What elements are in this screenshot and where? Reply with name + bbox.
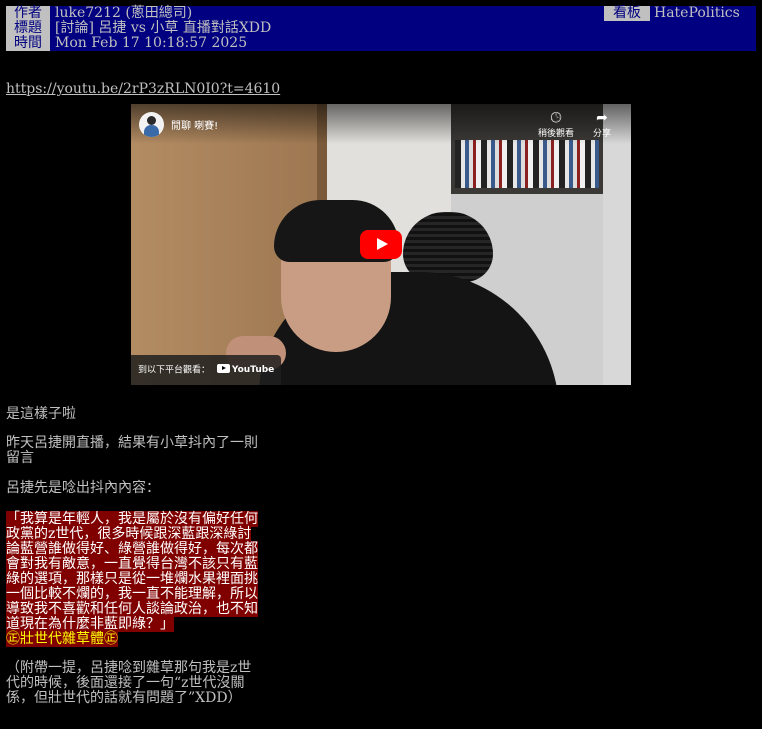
- quote-line: 綠的選項，那樣只是從一堆爛水果裡面挑: [6, 571, 258, 587]
- header-row-author: 作者 luke7212 (蔥田總司) 看板 HatePolitics: [6, 6, 756, 21]
- quote-line: 導致我不喜歡和任何人談論政治，也不知: [6, 601, 258, 617]
- share-arrow-icon: ➦: [596, 110, 608, 126]
- video-title[interactable]: 閒聊 喇賽!: [171, 117, 218, 132]
- watch-later-button[interactable]: 🕒︎ 稍後觀看: [536, 110, 576, 139]
- quote-line-7: 導致我不喜歡和任何人談論政治，也不知: [6, 601, 258, 617]
- paragraph-2-line-2: 留言: [6, 450, 34, 466]
- quote-line-2: 政黨的z世代，很多時候跟深藍跟深綠討: [6, 526, 252, 542]
- paragraph-2-line-1: 昨天呂捷開直播，結果有小草抖內了一則: [6, 435, 258, 451]
- paragraph-1: 是這樣子啦: [6, 406, 76, 422]
- paragraph-3: 呂捷先是唸出抖內內容：: [6, 480, 160, 496]
- header-row-title: 標題 [討論] 呂捷 vs 小草 直播對話XDD: [6, 21, 756, 36]
- quote-line: 論藍營誰做得好、綠營誰做得好，每次都: [6, 541, 258, 557]
- quote-line-8: 道現在為什麼非藍即綠？」: [6, 616, 174, 632]
- channel-avatar[interactable]: [139, 112, 164, 137]
- video-embed[interactable]: 閒聊 喇賽! 🕒︎ 稍後觀看 ➦ 分享 到以下平台觀看： YouTube: [131, 104, 631, 385]
- quote-line: 「我算是年輕人，我是屬於沒有偏好任何: [6, 511, 258, 527]
- watch-on-label: 到以下平台觀看：: [138, 365, 211, 376]
- play-button[interactable]: [360, 230, 402, 259]
- watch-on-youtube-bar[interactable]: 到以下平台觀看： YouTube: [131, 355, 281, 385]
- note-line-2: 代的時候，後面還接了一句“z世代沒關: [6, 675, 245, 691]
- author-value: luke7212 (蔥田總司): [55, 5, 193, 21]
- note-line-1: （附帶一提，呂捷唸到雜草那句我是z世: [6, 660, 252, 676]
- quote-line: 一個比較不爛的，我一直不能理解，所以: [6, 586, 258, 602]
- title-value: [討論] 呂捷 vs 小草 直播對話XDD: [55, 20, 272, 36]
- quote-line-3: 論藍營誰做得好、綠營誰做得好，每次都: [6, 541, 258, 557]
- time-key: 時間: [6, 36, 50, 51]
- youtube-logo-icon: YouTube: [216, 355, 275, 385]
- video-scene-cabinet-side: [603, 104, 631, 385]
- clock-icon: 🕒︎: [550, 110, 562, 126]
- header-row-time: 時間 Mon Feb 17 10:18:57 2025: [6, 36, 756, 51]
- youtube-label: YouTube: [231, 365, 275, 375]
- note-line-3: 係，但壯世代的話就有問題了”XDD）: [6, 690, 242, 706]
- video-scene-books: [455, 140, 599, 188]
- youtube-link[interactable]: https://youtu.be/2rP3zRLN0I0?t=4610: [6, 81, 280, 97]
- highlight-text: ㊣壯世代雜草體㊣: [6, 631, 118, 647]
- quote-line-5: 綠的選項，那樣只是從一堆爛水果裡面挑: [6, 571, 258, 587]
- share-label: 分享: [592, 129, 611, 139]
- quote-line-4: 會對我有敵意，一直覺得台灣不該只有藍: [6, 556, 258, 572]
- quote-line: 政黨的z世代，很多時候跟深藍跟深綠討: [6, 526, 252, 542]
- quote-line: 道現在為什麼非藍即綠？」: [6, 616, 174, 632]
- time-value: Mon Feb 17 10:18:57 2025: [55, 35, 248, 51]
- share-button[interactable]: ➦ 分享: [582, 110, 622, 139]
- quote-line-1: 「我算是年輕人，我是屬於沒有偏好任何: [6, 511, 258, 527]
- author-key: 作者: [6, 6, 50, 21]
- watch-later-label: 稍後觀看: [537, 129, 574, 139]
- quote-line: 會對我有敵意，一直覺得台灣不該只有藍: [6, 556, 258, 572]
- board-key: 看板: [604, 6, 650, 21]
- title-key: 標題: [6, 21, 50, 36]
- board-value[interactable]: HatePolitics: [654, 6, 740, 21]
- quote-line-6: 一個比較不爛的，我一直不能理解，所以: [6, 586, 258, 602]
